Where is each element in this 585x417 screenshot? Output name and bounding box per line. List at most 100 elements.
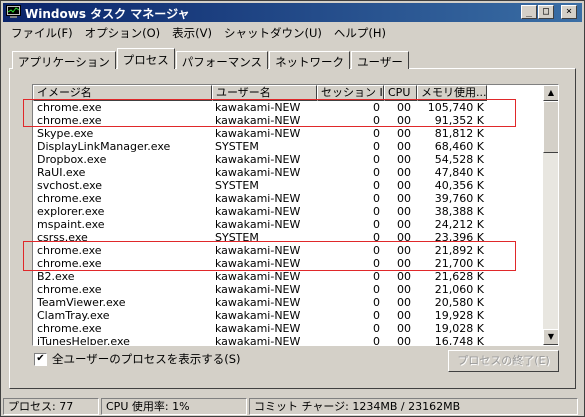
cell-user-name: SYSTEM — [215, 179, 259, 192]
cell-memory: 20,580 K — [434, 296, 484, 309]
title-bar[interactable]: Windows タスク マネージャ _ □ × — [3, 3, 582, 22]
window-title: Windows タスク マネージャ — [25, 7, 190, 21]
cell-session-id: 0 — [373, 205, 380, 218]
table-row[interactable]: ClamTray.exe kawakami-NEW 0 00 19,928 K — [33, 309, 543, 322]
menu-help[interactable]: ヘルプ(H) — [328, 23, 392, 41]
cell-user-name: kawakami-NEW — [215, 270, 301, 283]
cell-cpu: 00 — [397, 335, 411, 346]
cell-session-id: 0 — [373, 166, 380, 179]
cell-image-name: mspaint.exe — [37, 218, 105, 231]
cell-session-id: 0 — [373, 322, 380, 335]
tab-users[interactable]: ユーザー — [351, 51, 409, 69]
cell-cpu: 00 — [397, 127, 411, 140]
status-process-count: プロセス: 77 — [3, 398, 99, 415]
vertical-scrollbar[interactable]: ▲ ▼ — [543, 85, 558, 345]
tab-strip: アプリケーション プロセス パフォーマンス ネットワーク ユーザー — [12, 48, 410, 69]
cell-image-name: TeamViewer.exe — [37, 296, 126, 309]
cell-memory: 38,388 K — [434, 205, 484, 218]
cell-session-id: 0 — [373, 270, 380, 283]
status-cpu-usage: CPU 使用率: 1% — [101, 398, 247, 415]
cell-user-name: kawakami-NEW — [215, 192, 301, 205]
cell-memory: 21,628 K — [434, 270, 484, 283]
table-row[interactable]: chrome.exe kawakami-NEW 0 00 39,760 K — [33, 192, 543, 205]
table-row[interactable]: iTunesHelper.exe kawakami-NEW 0 00 16,748 K — [33, 335, 543, 346]
cell-memory: 47,840 K — [434, 166, 484, 179]
cell-cpu: 00 — [397, 296, 411, 309]
cell-session-id: 0 — [373, 192, 380, 205]
cell-image-name: iTunesHelper.exe — [37, 335, 130, 346]
cell-user-name: kawakami-NEW — [215, 335, 301, 346]
table-row[interactable]: Skype.exe kawakami-NEW 0 00 81,812 K — [33, 127, 543, 140]
minimize-button[interactable]: _ — [521, 5, 537, 19]
cell-memory: 81,812 K — [434, 127, 484, 140]
table-row[interactable]: B2.exe kawakami-NEW 0 00 21,628 K — [33, 270, 543, 283]
table-row[interactable]: chrome.exe kawakami-NEW 0 00 19,028 K — [33, 322, 543, 335]
menu-bar: ファイル(F) オプション(O) 表示(V) シャットダウン(U) ヘルプ(H) — [5, 23, 392, 41]
menu-shutdown[interactable]: シャットダウン(U) — [218, 23, 328, 41]
cell-user-name: kawakami-NEW — [215, 283, 301, 296]
cell-session-id: 0 — [373, 127, 380, 140]
table-row[interactable]: mspaint.exe kawakami-NEW 0 00 24,212 K — [33, 218, 543, 231]
cell-cpu: 00 — [397, 218, 411, 231]
end-process-button[interactable]: プロセスの終了(E) — [448, 350, 559, 372]
cell-session-id: 0 — [373, 218, 380, 231]
cell-cpu: 00 — [397, 140, 411, 153]
cell-user-name: kawakami-NEW — [215, 166, 301, 179]
show-all-users-label: 全ユーザーのプロセスを表示する(S) — [52, 352, 241, 366]
cell-memory: 21,060 K — [434, 283, 484, 296]
cell-cpu: 00 — [397, 205, 411, 218]
show-all-users-checkbox[interactable]: ✔ — [34, 352, 47, 366]
cell-image-name: DisplayLinkManager.exe — [37, 140, 171, 153]
table-row[interactable]: DisplayLinkManager.exe SYSTEM 0 00 68,460 K — [33, 140, 543, 153]
cell-session-id: 0 — [373, 335, 380, 346]
close-button[interactable]: × — [561, 5, 577, 19]
cell-cpu: 00 — [397, 270, 411, 283]
show-all-users-row[interactable]: ✔ 全ユーザーのプロセスを表示する(S) — [34, 351, 241, 367]
cell-image-name: RaUI.exe — [37, 166, 86, 179]
table-row[interactable]: chrome.exe kawakami-NEW 0 00 21,060 K — [33, 283, 543, 296]
table-row[interactable]: svchost.exe SYSTEM 0 00 40,356 K — [33, 179, 543, 192]
cell-memory: 19,028 K — [434, 322, 484, 335]
cell-memory: 68,460 K — [434, 140, 484, 153]
menu-options[interactable]: オプション(O) — [79, 23, 167, 41]
cell-user-name: kawakami-NEW — [215, 218, 301, 231]
highlight-box-middle — [23, 241, 516, 271]
tab-applications[interactable]: アプリケーション — [12, 51, 116, 69]
cell-user-name: kawakami-NEW — [215, 127, 301, 140]
table-row[interactable]: TeamViewer.exe kawakami-NEW 0 00 20,580 K — [33, 296, 543, 309]
scroll-down-button[interactable]: ▼ — [543, 329, 558, 345]
cell-session-id: 0 — [373, 153, 380, 166]
cell-memory: 16,748 K — [434, 335, 484, 346]
menu-file[interactable]: ファイル(F) — [5, 23, 79, 41]
maximize-button[interactable]: □ — [538, 5, 554, 19]
cell-cpu: 00 — [397, 166, 411, 179]
table-row[interactable]: RaUI.exe kawakami-NEW 0 00 47,840 K — [33, 166, 543, 179]
cell-cpu: 00 — [397, 179, 411, 192]
table-row[interactable]: Dropbox.exe kawakami-NEW 0 00 54,528 K — [33, 153, 543, 166]
cell-image-name: B2.exe — [37, 270, 75, 283]
cell-cpu: 00 — [397, 192, 411, 205]
cell-image-name: Skype.exe — [37, 127, 94, 140]
cell-session-id: 0 — [373, 283, 380, 296]
tab-network[interactable]: ネットワーク — [269, 51, 351, 69]
table-row[interactable]: explorer.exe kawakami-NEW 0 00 38,388 K — [33, 205, 543, 218]
cell-image-name: Dropbox.exe — [37, 153, 107, 166]
tab-processes[interactable]: プロセス — [116, 48, 175, 69]
scroll-up-button[interactable]: ▲ — [543, 85, 558, 101]
process-rows: chrome.exe kawakami-NEW 0 00 105,740 Kchrome… — [33, 101, 543, 346]
cell-image-name: chrome.exe — [37, 192, 102, 205]
cell-user-name: kawakami-NEW — [215, 205, 301, 218]
cell-cpu: 00 — [397, 283, 411, 296]
cell-session-id: 0 — [373, 296, 380, 309]
cell-user-name: kawakami-NEW — [215, 153, 301, 166]
cell-image-name: explorer.exe — [37, 205, 105, 218]
task-manager-icon — [6, 5, 21, 18]
cell-image-name: chrome.exe — [37, 322, 102, 335]
tab-performance[interactable]: パフォーマンス — [175, 51, 269, 69]
cell-image-name: ClamTray.exe — [37, 309, 110, 322]
menu-view[interactable]: 表示(V) — [166, 23, 218, 41]
cell-image-name: svchost.exe — [37, 179, 103, 192]
scroll-thumb[interactable] — [543, 101, 558, 153]
status-commit-charge: コミット チャージ: 1234MB / 23162MB — [249, 398, 578, 415]
task-manager-window: Windows タスク マネージャ _ □ × ファイル(F) オプション(O)… — [0, 0, 585, 417]
